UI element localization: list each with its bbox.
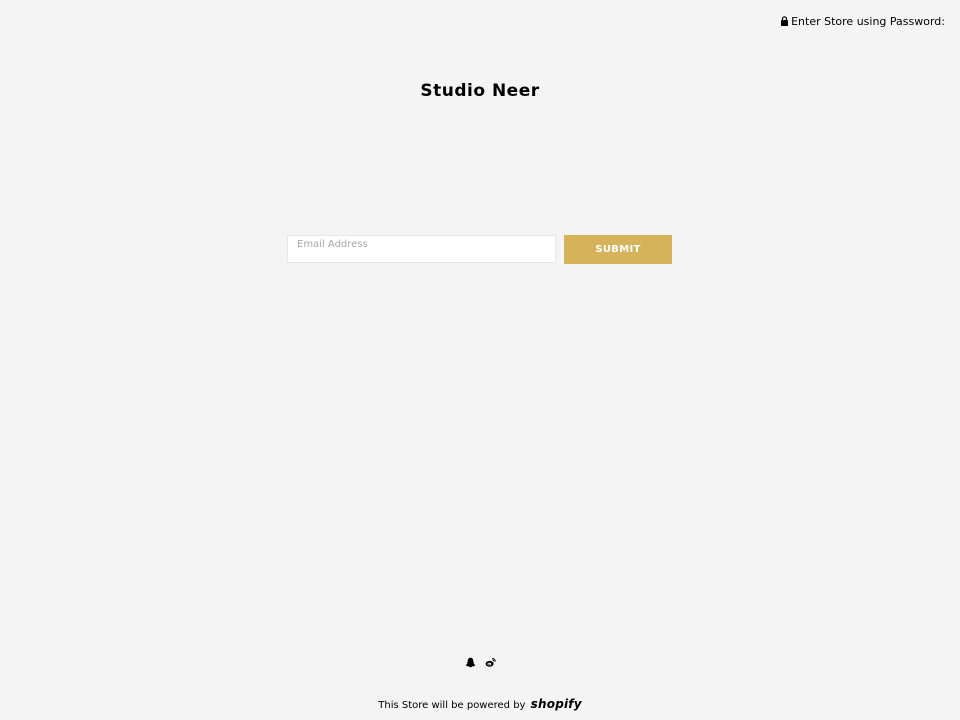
- powered-by-footer: This Store will be powered by shopify: [0, 696, 960, 714]
- email-signup-form: SUBMIT: [287, 235, 672, 264]
- store-title: Studio Neer: [420, 81, 540, 101]
- lock-icon: [781, 16, 789, 26]
- shopify-logo-link[interactable]: shopify: [531, 697, 582, 711]
- weibo-icon[interactable]: [485, 653, 496, 667]
- snapchat-icon[interactable]: [465, 653, 476, 668]
- enter-password-link[interactable]: Enter Store using Password:: [781, 15, 945, 29]
- powered-by-text: This Store will be powered by: [378, 700, 526, 711]
- email-input[interactable]: [287, 235, 556, 263]
- social-links: [0, 653, 960, 668]
- enter-password-label: Enter Store using Password:: [791, 15, 945, 28]
- submit-button[interactable]: SUBMIT: [564, 235, 672, 264]
